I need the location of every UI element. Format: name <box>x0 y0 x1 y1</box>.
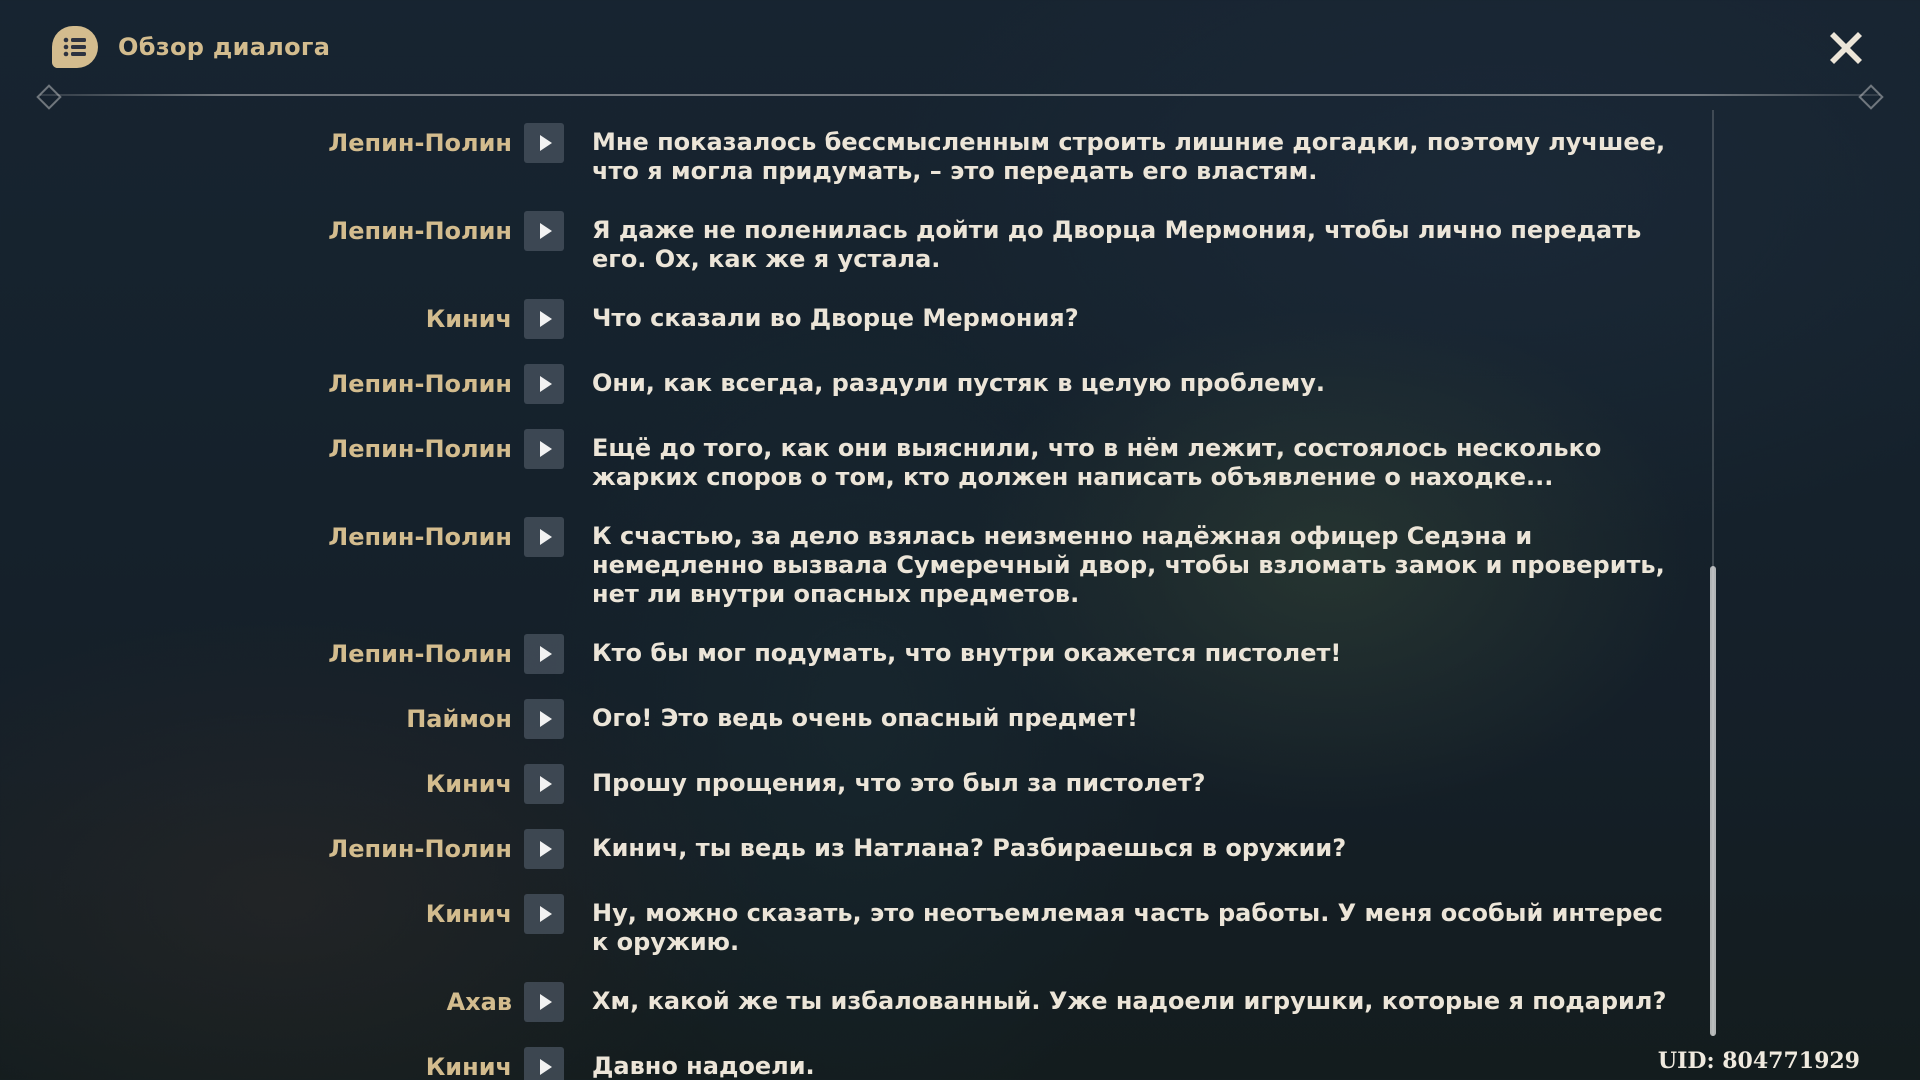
dialog-row: Ахав Хм, какой же ты избалованный. Уже н… <box>0 982 1700 1022</box>
play-voice-button[interactable] <box>524 829 564 869</box>
dialog-line: Ого! Это ведь очень опасный предмет! <box>592 704 1138 732</box>
speaker-name: Лепин-Полин <box>328 835 512 863</box>
dialog-row: Лепин-Полин Кто бы мог подумать, что вну… <box>0 634 1700 674</box>
play-icon <box>539 311 552 327</box>
play-voice-button[interactable] <box>524 211 564 251</box>
speaker-name: Лепин-Полин <box>328 129 512 157</box>
play-voice-button[interactable] <box>524 299 564 339</box>
dialog-line: Ну, можно сказать, это неотъемлемая част… <box>592 899 1663 956</box>
play-icon <box>539 376 552 392</box>
speaker-name: Кинич <box>425 305 512 333</box>
speaker-name: Ахав <box>446 988 512 1016</box>
dialog-row: Лепин-Полин К счастью, за дело взялась н… <box>0 517 1700 609</box>
dialog-row: Лепин-Полин Мне показалось бессмысленным… <box>0 123 1700 186</box>
play-voice-button[interactable] <box>524 364 564 404</box>
dialog-review-header: Обзор диалога <box>52 26 330 68</box>
play-voice-button[interactable] <box>524 894 564 934</box>
speaker-name: Лепин-Полин <box>328 370 512 398</box>
play-voice-button[interactable] <box>524 1047 564 1080</box>
speaker-name: Лепин-Полин <box>328 435 512 463</box>
play-voice-button[interactable] <box>524 634 564 674</box>
dialog-row: Кинич Что сказали во Дворце Мермония? <box>0 299 1700 339</box>
play-icon <box>539 994 552 1010</box>
play-icon <box>539 135 552 151</box>
dialog-list: Лепин-Полин Мне показалось бессмысленным… <box>0 123 1700 1080</box>
dialog-row: Лепин-Полин Я даже не поленилась дойти д… <box>0 211 1700 274</box>
play-icon <box>539 906 552 922</box>
play-voice-button[interactable] <box>524 429 564 469</box>
play-voice-button[interactable] <box>524 517 564 557</box>
dialog-row: Паймон Ого! Это ведь очень опасный предм… <box>0 699 1700 739</box>
dialog-row: Кинич Ну, можно сказать, это неотъемлема… <box>0 894 1700 957</box>
play-icon <box>539 441 552 457</box>
scrollbar-thumb[interactable] <box>1710 566 1716 1036</box>
dialog-row: Лепин-Полин Они, как всегда, раздули пус… <box>0 364 1700 404</box>
speaker-name: Кинич <box>425 900 512 928</box>
dialog-row: Кинич Прошу прощения, что это был за пис… <box>0 764 1700 804</box>
header-divider <box>40 94 1880 96</box>
dialog-row: Кинич Давно надоели. <box>0 1047 1700 1080</box>
dialog-line: Они, как всегда, раздули пустяк в целую … <box>592 369 1325 397</box>
speaker-name: Лепин-Полин <box>328 217 512 245</box>
dialog-line: Давно надоели. <box>592 1052 815 1080</box>
speaker-name: Кинич <box>425 770 512 798</box>
dialog-line: К счастью, за дело взялась неизменно над… <box>592 522 1665 608</box>
play-voice-button[interactable] <box>524 982 564 1022</box>
speaker-name: Паймон <box>406 705 512 733</box>
dialog-line: Прошу прощения, что это был за пистолет? <box>592 769 1206 797</box>
page-title: Обзор диалога <box>118 33 331 61</box>
dialog-line: Кинич, ты ведь из Натлана? Разбираешься … <box>592 834 1347 862</box>
play-voice-button[interactable] <box>524 123 564 163</box>
dialog-line: Ещё до того, как они выяснили, что в нём… <box>592 434 1602 491</box>
play-icon <box>539 223 552 239</box>
play-voice-button[interactable] <box>524 764 564 804</box>
play-icon <box>539 1059 552 1075</box>
dialog-history-icon <box>52 26 98 68</box>
play-icon <box>539 646 552 662</box>
play-icon <box>539 841 552 857</box>
speaker-name: Лепин-Полин <box>328 640 512 668</box>
dialog-line: Что сказали во Дворце Мермония? <box>592 304 1079 332</box>
dialog-line: Кто бы мог подумать, что внутри окажется… <box>592 639 1342 667</box>
dialog-row: Лепин-Полин Кинич, ты ведь из Натлана? Р… <box>0 829 1700 869</box>
dialog-line: Мне показалось бессмысленным строить лиш… <box>592 128 1666 185</box>
dialog-row: Лепин-Полин Ещё до того, как они выяснил… <box>0 429 1700 492</box>
speaker-name: Лепин-Полин <box>328 523 512 551</box>
close-icon[interactable] <box>1824 26 1868 70</box>
play-icon <box>539 529 552 545</box>
speaker-name: Кинич <box>425 1053 512 1080</box>
uid-label: UID: 804771929 <box>1657 1048 1860 1074</box>
dialog-line: Хм, какой же ты избалованный. Уже надоел… <box>592 987 1667 1015</box>
dialog-line: Я даже не поленилась дойти до Дворца Мер… <box>592 216 1642 273</box>
close-button[interactable] <box>1824 26 1868 70</box>
play-icon <box>539 711 552 727</box>
play-voice-button[interactable] <box>524 699 564 739</box>
play-icon <box>539 776 552 792</box>
